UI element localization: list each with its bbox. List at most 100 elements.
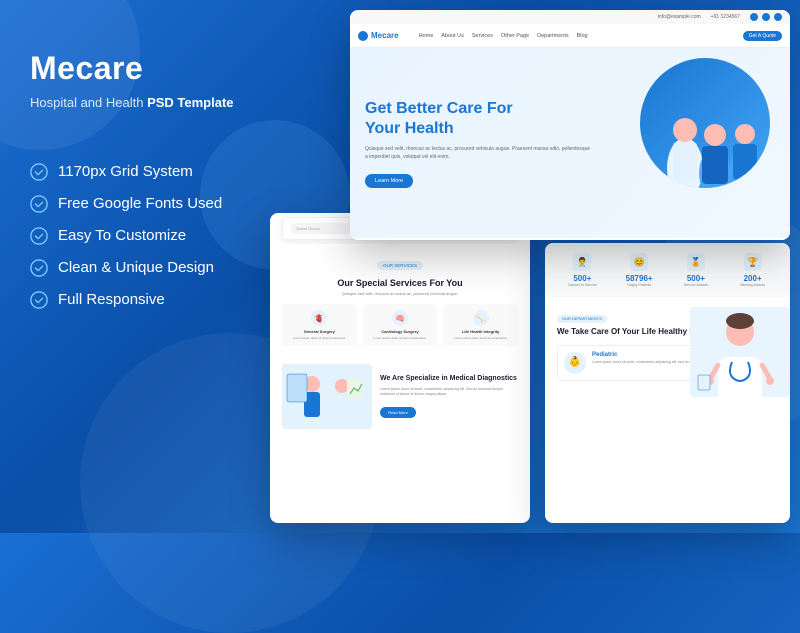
dept-doctor-svg xyxy=(690,307,790,397)
dept-tag: OUR DEPARTMENTS xyxy=(557,315,607,323)
service-name-3: Life Health Integrity xyxy=(447,329,514,334)
feature-fonts-label: Free Google Fonts Used xyxy=(58,195,222,212)
feature-responsive: Full Responsive xyxy=(30,291,270,309)
stat-icon-awards: 🏅 xyxy=(687,253,705,271)
screenshots-area: info@example.com +91 1234567 Mecare Home… xyxy=(270,10,790,523)
stat-label-winning: Winning Awards xyxy=(727,283,778,287)
feature-grid: 1170px Grid System xyxy=(30,163,270,181)
hero-title-line2: Your Health xyxy=(365,120,454,137)
mock-spec-desc: Lorem ipsum dolor sit amet, consectetur … xyxy=(380,387,518,398)
feature-customize: Easy To Customize xyxy=(30,227,270,245)
social-icon-1 xyxy=(750,13,758,21)
nav-link-about: About Us xyxy=(441,33,464,39)
service-name-2: Cardiology Surgery xyxy=(367,329,434,334)
stat-awards: 🏅 500+ Service Awards xyxy=(671,253,722,287)
services-subtitle: Quisque sed velit, rhoncus ac lectus ac,… xyxy=(282,291,518,296)
service-card-3: 🦴 Life Health Integrity Lorem ipsum dolo… xyxy=(443,304,518,346)
nav-link-other: Other Page xyxy=(501,33,529,39)
brand-subtitle-plain: Hospital and Health xyxy=(30,95,147,110)
screenshot-hero: info@example.com +91 1234567 Mecare Home… xyxy=(350,10,790,240)
mock-email: info@example.com xyxy=(658,14,701,20)
mock-services-section: OUR SERVICES Our Special Services For Yo… xyxy=(270,244,530,356)
specialize-illustration xyxy=(282,364,372,429)
brand-title: Mecare xyxy=(30,50,270,87)
brand-subtitle: Hospital and Health PSD Template xyxy=(30,93,270,113)
screenshot-services: Select Doctor Select Department Submit N… xyxy=(270,213,530,523)
services-tag: OUR SERVICES xyxy=(377,261,423,270)
stat-icon-patients: 😊 xyxy=(630,253,648,271)
stat-number-patients: 58796+ xyxy=(614,274,665,283)
stat-doctors: 👨‍⚕️ 500+ Doctors In Service xyxy=(557,253,608,287)
stat-number-doctors: 500+ xyxy=(557,274,608,283)
stat-winning: 🏆 200+ Winning Awards xyxy=(727,253,778,287)
dept-icon-pediatric: 👶 xyxy=(564,352,586,374)
stat-icon-winning: 🏆 xyxy=(744,253,762,271)
service-card-1: 🫀 General Surgery Lorem ipsum dolor sit … xyxy=(282,304,357,346)
mock-specialize-section: We Are Specialize in Medical Diagnostics… xyxy=(270,356,530,437)
mock-hero-description: Quisque sed velit, rhoncus ac lectus ac,… xyxy=(365,145,591,161)
mock-spec-image xyxy=(282,364,372,429)
mock-logo-text: Mecare xyxy=(371,31,399,40)
feature-grid-label: 1170px Grid System xyxy=(58,163,193,180)
left-panel: Mecare Hospital and Health PSD Template … xyxy=(30,50,270,323)
social-icon-3 xyxy=(774,13,782,21)
check-icon-grid xyxy=(30,163,48,181)
service-name-1: General Surgery xyxy=(286,329,353,334)
feature-fonts: Free Google Fonts Used xyxy=(30,195,270,213)
features-list: 1170px Grid System Free Google Fonts Use… xyxy=(30,163,270,309)
mock-logo: Mecare xyxy=(358,31,399,41)
mock-phone: +91 1234567 xyxy=(711,14,740,20)
mock-spec-btn[interactable]: Read More xyxy=(380,407,416,418)
service-icon-2: 🧠 xyxy=(392,310,408,326)
stat-icon-doctors: 👨‍⚕️ xyxy=(573,253,591,271)
doctor-illustration xyxy=(640,58,770,188)
mock-hero-section: Get Better Care For Your Health Quisque … xyxy=(350,48,790,238)
services-grid: 🫀 General Surgery Lorem ipsum dolor sit … xyxy=(282,304,518,346)
mock-logo-icon xyxy=(358,31,368,41)
brand-subtitle-bold: PSD Template xyxy=(147,95,233,110)
service-desc-1: Lorem ipsum dolor sit amet consectetur. xyxy=(286,336,353,340)
check-icon-customize xyxy=(30,227,48,245)
mock-dept-section: OUR DEPARTMENTS We Take Care Of Your Lif… xyxy=(545,297,790,397)
feature-design: Clean & Unique Design xyxy=(30,259,270,277)
mock-hero-title: Get Better Care For Your Health xyxy=(365,99,591,139)
feature-customize-label: Easy To Customize xyxy=(58,227,186,244)
stat-label-patients: Happy Patients xyxy=(614,283,665,287)
stat-label-awards: Service Awards xyxy=(671,283,722,287)
check-icon-design xyxy=(30,259,48,277)
mock-spec-title: We Are Specialize in Medical Diagnostics xyxy=(380,374,518,383)
nav-link-home: Home xyxy=(419,33,434,39)
mock-get-quote-btn[interactable]: Get A Quote xyxy=(743,31,782,41)
doctor-bg-circle xyxy=(640,58,770,188)
mock-hero-text: Get Better Care For Your Health Quisque … xyxy=(365,99,591,188)
mock-contact-bar: info@example.com +91 1234567 xyxy=(350,10,790,24)
mock-navbar: Mecare Home About Us Services Other Page… xyxy=(350,24,790,48)
stat-patients: 😊 58796+ Happy Patients xyxy=(614,253,665,287)
check-icon-fonts xyxy=(30,195,48,213)
service-icon-1: 🫀 xyxy=(311,310,327,326)
nav-link-services: Services xyxy=(472,33,493,39)
mock-stats-section: 👨‍⚕️ 500+ Doctors In Service 😊 58796+ Ha… xyxy=(545,243,790,297)
hero-title-line1: Get Better Care For xyxy=(365,100,513,117)
stat-label-doctors: Doctors In Service xyxy=(557,283,608,287)
mock-nav-links: Home About Us Services Other Page Depart… xyxy=(419,33,588,39)
nav-link-blog: Blog xyxy=(577,33,588,39)
service-desc-2: Lorem ipsum dolor sit amet consectetur. xyxy=(367,336,434,340)
nav-link-dept: Departments xyxy=(537,33,569,39)
feature-responsive-label: Full Responsive xyxy=(58,291,165,308)
mock-hero-image xyxy=(579,48,790,238)
social-icon-2 xyxy=(762,13,770,21)
mock-spec-text: We Are Specialize in Medical Diagnostics… xyxy=(380,374,518,420)
mock-social-icons xyxy=(750,13,782,21)
service-card-2: 🧠 Cardiology Surgery Lorem ipsum dolor s… xyxy=(363,304,438,346)
screenshot-stats-dept: 👨‍⚕️ 500+ Doctors In Service 😊 58796+ Ha… xyxy=(545,243,790,523)
check-icon-responsive xyxy=(30,291,48,309)
dept-doctor-image xyxy=(690,307,790,397)
service-desc-3: Lorem ipsum dolor sit amet consectetur. xyxy=(447,336,514,340)
stat-number-winning: 200+ xyxy=(727,274,778,283)
services-title: Our Special Services For You xyxy=(282,278,518,288)
service-icon-3: 🦴 xyxy=(473,310,489,326)
stat-number-awards: 500+ xyxy=(671,274,722,283)
feature-design-label: Clean & Unique Design xyxy=(58,259,214,276)
mock-hero-btn[interactable]: Learn More xyxy=(365,174,413,188)
